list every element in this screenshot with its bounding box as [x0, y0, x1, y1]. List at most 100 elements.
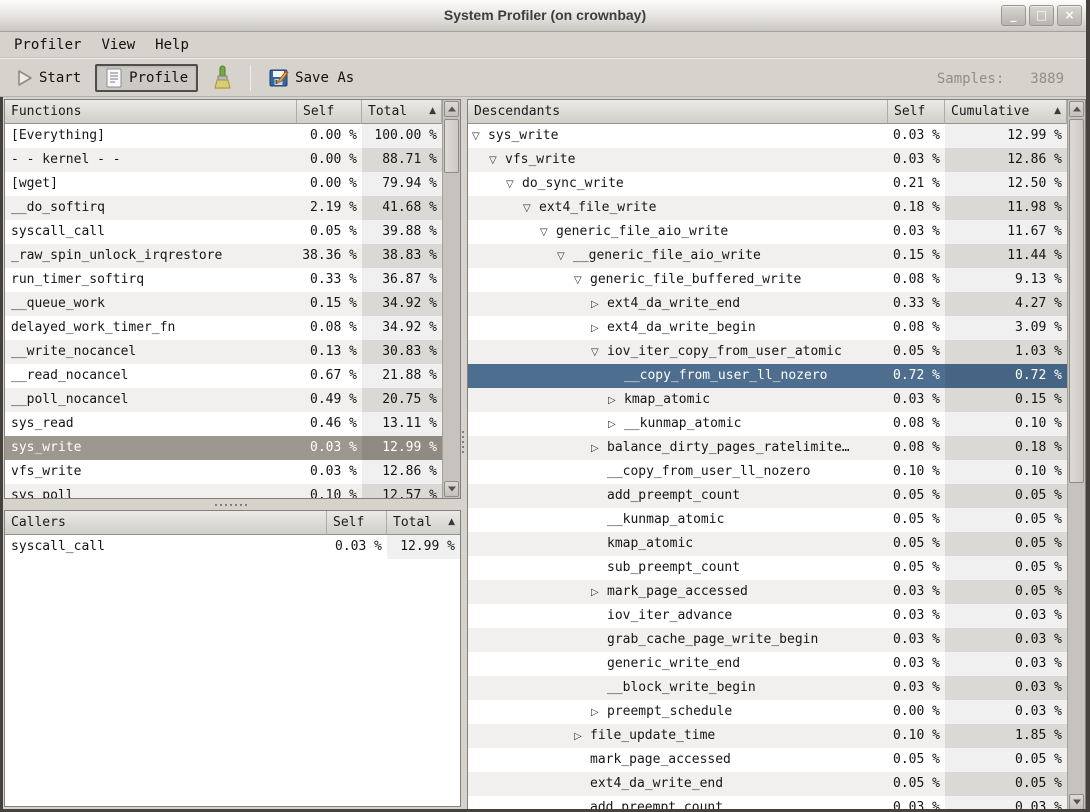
table-row[interactable]: syscall_call0.03 %12.99 % — [5, 535, 460, 559]
table-row[interactable]: sys_read0.46 %13.11 % — [5, 412, 442, 436]
start-button[interactable]: Start — [8, 65, 89, 91]
expander-open-icon[interactable]: ▽ — [472, 125, 488, 148]
percent-cell: 0.08 % — [888, 412, 945, 436]
expander-open-icon[interactable]: ▽ — [523, 197, 539, 220]
expander-open-icon[interactable]: ▽ — [557, 245, 573, 268]
scroll-down-button[interactable] — [444, 481, 459, 497]
expander-open-icon[interactable]: ▽ — [574, 269, 590, 292]
expander-closed-icon[interactable]: ▷ — [608, 389, 624, 412]
column-header-callers[interactable]: Callers — [5, 511, 327, 535]
table-row[interactable]: run_timer_softirq0.33 %36.87 % — [5, 268, 442, 292]
percent-cell: 0.46 % — [297, 412, 362, 436]
function-name-cell: ▷file_update_time — [468, 724, 888, 748]
column-header-self[interactable]: Self — [327, 511, 387, 535]
table-row[interactable]: sys_poll0.10 %12.57 % — [5, 484, 442, 499]
table-row[interactable]: ▷file_update_time0.10 %1.85 % — [468, 724, 1067, 748]
function-name-cell: delayed_work_timer_fn — [5, 316, 297, 340]
column-header-functions[interactable]: Functions — [5, 100, 297, 124]
expander-closed-icon[interactable]: ▷ — [591, 581, 607, 604]
menu-view[interactable]: View — [91, 34, 145, 56]
column-header-descendants[interactable]: Descendants — [468, 100, 888, 124]
table-row[interactable]: __do_softirq2.19 %41.68 % — [5, 196, 442, 220]
table-row[interactable]: ▷kmap_atomic0.03 %0.15 % — [468, 388, 1067, 412]
profile-button[interactable]: Profile — [95, 64, 198, 92]
scrollbar-thumb[interactable] — [1069, 119, 1084, 483]
expander-closed-icon[interactable]: ▷ — [574, 725, 590, 748]
expander-closed-icon[interactable]: ▷ — [591, 437, 607, 460]
table-row[interactable]: - - kernel - -0.00 %88.71 % — [5, 148, 442, 172]
close-button[interactable]: × — [1057, 5, 1082, 26]
table-row[interactable]: mark_page_accessed0.05 %0.05 % — [468, 748, 1067, 772]
column-header-total[interactable]: Total ▲ — [387, 511, 460, 535]
column-header-cumulative[interactable]: Cumulative ▲ — [945, 100, 1067, 124]
table-row[interactable]: __read_nocancel0.67 %21.88 % — [5, 364, 442, 388]
function-name-cell: __do_softirq — [5, 196, 297, 220]
table-row[interactable]: [wget]0.00 %79.94 % — [5, 172, 442, 196]
scroll-up-button[interactable] — [444, 101, 459, 117]
expander-closed-icon[interactable]: ▷ — [591, 317, 607, 340]
table-row[interactable]: sub_preempt_count0.05 %0.05 % — [468, 556, 1067, 580]
table-row[interactable]: syscall_call0.05 %39.88 % — [5, 220, 442, 244]
expander-closed-icon[interactable]: ▷ — [608, 413, 624, 436]
table-row[interactable]: ▽generic_file_aio_write0.03 %11.67 % — [468, 220, 1067, 244]
table-row[interactable]: [Everything]0.00 %100.00 % — [5, 124, 442, 148]
table-row[interactable]: ▽iov_iter_copy_from_user_atomic0.05 %1.0… — [468, 340, 1067, 364]
table-row[interactable]: ▽ext4_file_write0.18 %11.98 % — [468, 196, 1067, 220]
percent-cell: 13.11 % — [362, 412, 442, 436]
table-row[interactable]: generic_write_end0.03 %0.03 % — [468, 652, 1067, 676]
function-name-cell: ▽ext4_file_write — [468, 196, 888, 220]
expander-open-icon[interactable]: ▽ — [489, 149, 505, 172]
table-row[interactable]: ▷ext4_da_write_end0.33 %4.27 % — [468, 292, 1067, 316]
table-row[interactable]: ▷mark_page_accessed0.03 %0.05 % — [468, 580, 1067, 604]
table-row[interactable]: __poll_nocancel0.49 %20.75 % — [5, 388, 442, 412]
column-header-total[interactable]: Total ▲ — [362, 100, 442, 124]
expander-closed-icon[interactable]: ▷ — [591, 293, 607, 316]
table-row[interactable]: ▽do_sync_write0.21 %12.50 % — [468, 172, 1067, 196]
table-row[interactable]: __copy_from_user_ll_nozero0.72 %0.72 % — [468, 364, 1067, 388]
expander-open-icon[interactable]: ▽ — [591, 341, 607, 364]
table-row[interactable]: __queue_work0.15 %34.92 % — [5, 292, 442, 316]
save-as-button[interactable]: Save As — [261, 64, 362, 92]
table-row[interactable]: sys_write0.03 %12.99 % — [5, 436, 442, 460]
vertical-splitter-handle[interactable] — [460, 428, 466, 456]
expander-open-icon[interactable]: ▽ — [540, 221, 556, 244]
table-row[interactable]: ▽sys_write0.03 %12.99 % — [468, 124, 1067, 148]
table-row[interactable]: add_preempt_count0.05 %0.05 % — [468, 484, 1067, 508]
table-row[interactable]: _raw_spin_unlock_irqrestore38.36 %38.83 … — [5, 244, 442, 268]
percent-cell: 0.05 % — [945, 556, 1067, 580]
table-row[interactable]: ▷preempt_schedule0.00 %0.03 % — [468, 700, 1067, 724]
reset-button[interactable] — [202, 61, 242, 95]
table-row[interactable]: ▷balance_dirty_pages_ratelimite…0.08 %0.… — [468, 436, 1067, 460]
column-header-self[interactable]: Self — [888, 100, 945, 124]
table-row[interactable]: grab_cache_page_write_begin0.03 %0.03 % — [468, 628, 1067, 652]
table-row[interactable]: kmap_atomic0.05 %0.05 % — [468, 532, 1067, 556]
expander-open-icon[interactable]: ▽ — [506, 173, 522, 196]
table-row[interactable]: ▽vfs_write0.03 %12.86 % — [468, 148, 1067, 172]
column-header-self[interactable]: Self — [297, 100, 362, 124]
titlebar[interactable]: System Profiler (on crownbay) _ □ × — [0, 0, 1090, 32]
horizontal-splitter-handle[interactable] — [212, 502, 250, 508]
table-row[interactable]: ▷__kunmap_atomic0.08 %0.10 % — [468, 412, 1067, 436]
table-row[interactable]: iov_iter_advance0.03 %0.03 % — [468, 604, 1067, 628]
table-row[interactable]: delayed_work_timer_fn0.08 %34.92 % — [5, 316, 442, 340]
table-row[interactable]: __copy_from_user_ll_nozero0.10 %0.10 % — [468, 460, 1067, 484]
menu-help[interactable]: Help — [145, 34, 199, 56]
descendants-vertical-scrollbar[interactable] — [1067, 100, 1085, 812]
table-row[interactable]: ▷ext4_da_write_begin0.08 %3.09 % — [468, 316, 1067, 340]
percent-cell: 2.19 % — [297, 196, 362, 220]
table-row[interactable]: ext4_da_write_end0.05 %0.05 % — [468, 772, 1067, 796]
scrollbar-thumb[interactable] — [444, 119, 459, 173]
table-row[interactable]: __kunmap_atomic0.05 %0.05 % — [468, 508, 1067, 532]
expander-closed-icon[interactable]: ▷ — [591, 701, 607, 724]
scroll-up-button[interactable] — [1069, 101, 1084, 117]
table-row[interactable]: ▽__generic_file_aio_write0.15 %11.44 % — [468, 244, 1067, 268]
table-row[interactable]: ▽generic_file_buffered_write0.08 %9.13 % — [468, 268, 1067, 292]
minimize-button[interactable]: _ — [1001, 5, 1026, 26]
menu-profiler[interactable]: Profiler — [4, 34, 91, 56]
table-row[interactable]: __block_write_begin0.03 %0.03 % — [468, 676, 1067, 700]
scroll-down-button[interactable] — [1069, 794, 1084, 810]
table-row[interactable]: __write_nocancel0.13 %30.83 % — [5, 340, 442, 364]
table-row[interactable]: vfs_write0.03 %12.86 % — [5, 460, 442, 484]
maximize-button[interactable]: □ — [1029, 5, 1054, 26]
functions-vertical-scrollbar[interactable] — [442, 100, 460, 498]
